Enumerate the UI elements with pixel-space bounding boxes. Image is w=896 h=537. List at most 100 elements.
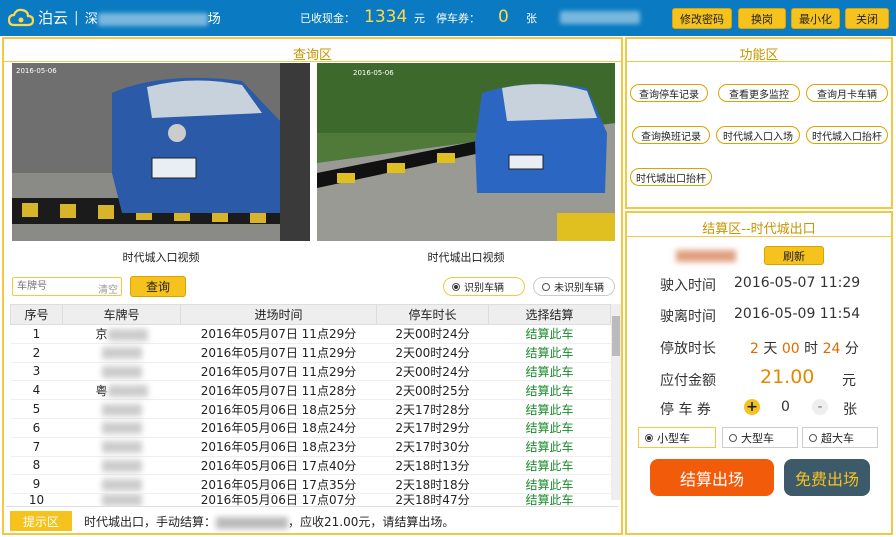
unrecognized-vehicles-radio[interactable]: 未识别车辆 (533, 277, 615, 296)
coupon-unit: 张 (843, 402, 857, 418)
row-entry-time: 2016年05月07日 11点29分 (180, 324, 377, 344)
redacted-plate (107, 328, 148, 341)
hint-text-tail: ，应收21.00元，请结算出场。 (288, 515, 455, 529)
settle-title: 结算区--时代城出口 (702, 222, 816, 237)
redacted-plate (101, 459, 142, 472)
unrecognized-label: 未识别车辆 (554, 283, 604, 294)
hint-text-head: 时代城出口，手动结算： (84, 515, 217, 529)
redacted-plate (101, 441, 142, 454)
col-no: 序号 (10, 304, 63, 325)
radio-selected-icon (645, 433, 653, 442)
duration-minutes: 24 (822, 341, 841, 357)
row-duration: 2天00时25分 (376, 380, 489, 401)
row-plate (62, 418, 181, 438)
redacted-parking-name (97, 13, 208, 26)
parking-suffix: 场 (207, 12, 221, 27)
row-settle-action[interactable]: 结算此车 (488, 399, 611, 419)
shift-button[interactable]: 换岗 (738, 8, 786, 29)
table-scrollbar[interactable] (611, 304, 621, 500)
col-action: 选择结算 (488, 304, 611, 325)
row-plate (62, 493, 181, 508)
row-entry-time: 2016年05月07日 11点28分 (180, 380, 377, 401)
row-settle-action[interactable]: 结算此车 (488, 474, 611, 495)
table-row[interactable]: 10 2016年05月06日 17点07分 2天18时47分 结算此车 (10, 493, 611, 508)
redacted-plate (101, 347, 142, 360)
table-row[interactable]: 2 2016年05月07日 11点29分 2天00时24分 结算此车 (10, 343, 611, 363)
row-settle-action[interactable]: 结算此车 (488, 324, 611, 344)
duration-label: 停放时长 (660, 341, 716, 357)
cash-unit: 元 (414, 12, 425, 25)
table-row[interactable]: 8 2016年05月06日 17点40分 2天18时13分 结算此车 (10, 456, 611, 476)
row-no: 3 (10, 362, 63, 382)
cash-label: 已收现金： (300, 12, 355, 25)
days-unit: 天 (763, 341, 778, 357)
table-row[interactable]: 9 2016年05月06日 17点35分 2天18时18分 结算此车 (10, 474, 611, 495)
table-row[interactable]: 4 粤 2016年05月07日 11点28分 2天00时25分 结算此车 (10, 380, 611, 401)
entrance-lift-bar-button[interactable]: 时代城入口抬杆 (806, 126, 888, 144)
row-settle-action[interactable]: 结算此车 (488, 456, 611, 476)
table-row[interactable]: 3 2016年05月07日 11点29分 2天00时24分 结算此车 (10, 362, 611, 382)
exit-video-frame (317, 63, 615, 241)
row-plate-prefix: 京 (95, 327, 108, 342)
hint-area: 提示区 时代城出口，手动结算： ，应收21.00元，请结算出场。 (6, 506, 618, 534)
table-row[interactable]: 1 京 2016年05月07日 11点29分 2天00时24分 结算此车 (10, 324, 611, 344)
cash-value: 1334 (364, 7, 408, 27)
change-password-button[interactable]: 修改密码 (672, 8, 732, 29)
coupon-minus-button[interactable]: - (812, 399, 828, 415)
table-row[interactable]: 5 2016年05月06日 18点25分 2天17时28分 结算此车 (10, 399, 611, 419)
amount-unit: 元 (842, 373, 856, 389)
row-settle-action[interactable]: 结算此车 (488, 343, 611, 363)
entrance-entry-button[interactable]: 时代城入口入场 (716, 126, 800, 144)
more-monitors-button[interactable]: 查看更多监控 (718, 84, 800, 102)
free-exit-button[interactable]: 免费出场 (784, 459, 870, 496)
row-no: 4 (10, 380, 63, 401)
row-plate: 京 (62, 324, 181, 344)
refresh-button[interactable]: 刷新 (764, 246, 824, 265)
entry-time-label: 驶入时间 (660, 278, 716, 294)
amount-label: 应付金额 (660, 373, 716, 389)
coupon-plus-button[interactable]: + (744, 399, 760, 415)
close-button[interactable]: 关闭 (845, 8, 889, 29)
recognized-vehicles-radio[interactable]: 识别车辆 (443, 277, 525, 296)
table-row[interactable]: 6 2016年05月06日 18点24分 2天17时29分 结算此车 (10, 418, 611, 438)
scroll-thumb[interactable] (612, 316, 620, 356)
radio-unselected-icon (729, 433, 737, 442)
row-settle-action[interactable]: 结算此车 (488, 380, 611, 401)
duration-hours: 00 (781, 341, 800, 357)
row-no: 9 (10, 474, 63, 495)
row-entry-time: 2016年05月07日 11点29分 (180, 343, 377, 363)
row-entry-time: 2016年05月06日 18点23分 (180, 437, 377, 457)
small-car-radio[interactable]: 小型车 (638, 427, 716, 448)
row-entry-time: 2016年05月06日 18点25分 (180, 399, 377, 419)
row-settle-action[interactable]: 结算此车 (488, 437, 611, 457)
extra-large-car-label: 超大车 (821, 431, 854, 445)
entrance-video[interactable]: 2016-05-06 (12, 63, 310, 241)
query-shift-records-button[interactable]: 查询换班记录 (632, 126, 710, 144)
row-settle-action[interactable]: 结算此车 (488, 493, 611, 508)
row-plate (62, 399, 181, 419)
row-no: 1 (10, 324, 63, 344)
top-bar: 泊云 | 深场 已收现金： 1334 元 停车券： 0 张 修改密码 换岗 最小… (0, 0, 896, 36)
large-car-radio[interactable]: 大型车 (722, 427, 798, 448)
settle-exit-button[interactable]: 结算出场 (650, 459, 774, 496)
exit-time-value: 2016-05-09 11:54 (734, 306, 861, 322)
row-settle-action[interactable]: 结算此车 (488, 418, 611, 438)
query-parking-records-button[interactable]: 查询停车记录 (630, 84, 708, 102)
table-row[interactable]: 7 2016年05月06日 18点23分 2天17时30分 结算此车 (10, 437, 611, 457)
settle-title-divider (627, 236, 891, 237)
row-entry-time: 2016年05月07日 11点29分 (180, 362, 377, 382)
query-monthly-card-button[interactable]: 查询月卡车辆 (806, 84, 888, 102)
row-plate (62, 474, 181, 495)
clear-link[interactable]: 清空 (98, 281, 118, 296)
extra-large-car-radio[interactable]: 超大车 (802, 427, 878, 448)
hint-message: 时代城出口，手动结算： ，应收21.00元，请结算出场。 (84, 513, 454, 530)
row-settle-action[interactable]: 结算此车 (488, 362, 611, 382)
search-button[interactable]: 查询 (130, 276, 186, 297)
col-duration: 停车时长 (376, 304, 489, 325)
minimize-button[interactable]: 最小化 (791, 8, 840, 29)
row-no: 10 (10, 493, 63, 508)
ticket-unit: 张 (526, 12, 537, 25)
exit-lift-bar-button[interactable]: 时代城出口抬杆 (630, 168, 712, 186)
row-plate: 粤 (62, 380, 181, 401)
exit-video[interactable]: 2016-05-06 (317, 63, 615, 241)
